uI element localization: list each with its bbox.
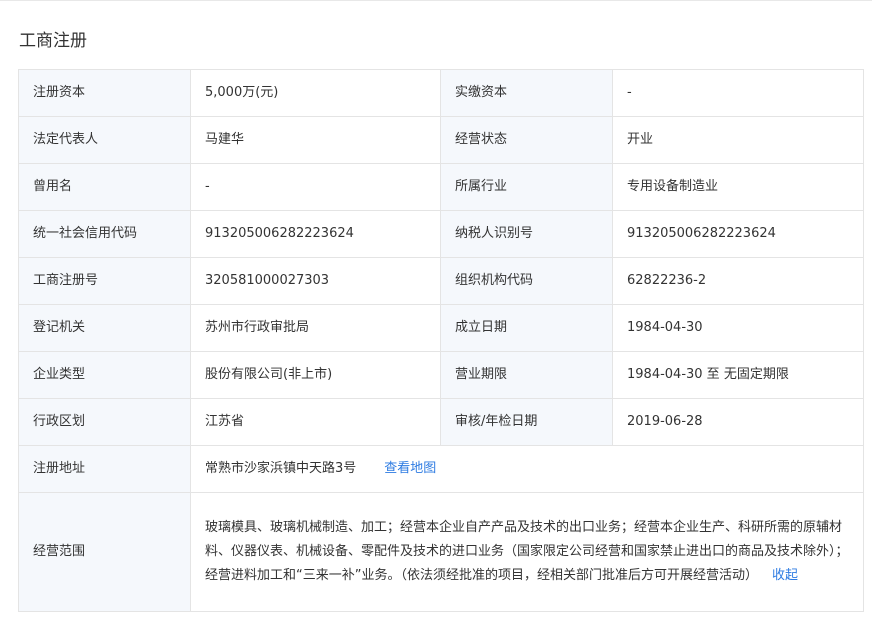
address-cell: 常熟市沙家浜镇中天路3号 查看地图: [190, 445, 864, 493]
field-label: 曾用名: [18, 163, 191, 211]
address-row: 注册地址 常熟市沙家浜镇中天路3号 查看地图: [18, 445, 864, 493]
field-label: 行政区划: [18, 398, 191, 446]
table-row: 工商注册号 320581000027303 组织机构代码 62822236-2: [18, 257, 864, 305]
field-value: 开业: [612, 116, 864, 164]
business-scope-label: 经营范围: [18, 492, 191, 612]
table-row: 法定代表人 马建华 经营状态 开业: [18, 116, 864, 164]
field-label: 纳税人识别号: [440, 210, 613, 258]
collapse-link[interactable]: 收起: [772, 568, 798, 583]
field-label: 注册资本: [18, 69, 191, 117]
business-scope-text: 玻璃模具、玻璃机械制造、加工；经营本企业自产产品及技术的出口业务；经营本企业生产…: [205, 516, 849, 588]
field-label: 企业类型: [18, 351, 191, 399]
field-label: 实缴资本: [440, 69, 613, 117]
field-value: 江苏省: [190, 398, 441, 446]
business-scope-cell: 玻璃模具、玻璃机械制造、加工；经营本企业自产产品及技术的出口业务；经营本企业生产…: [190, 492, 864, 612]
field-value: 2019-06-28: [612, 398, 864, 446]
field-value: 专用设备制造业: [612, 163, 864, 211]
field-label: 所属行业: [440, 163, 613, 211]
table-row: 注册资本 5,000万(元) 实缴资本 -: [18, 69, 864, 117]
field-value: 股份有限公司(非上市): [190, 351, 441, 399]
field-label: 组织机构代码: [440, 257, 613, 305]
business-scope-row: 经营范围 玻璃模具、玻璃机械制造、加工；经营本企业自产产品及技术的出口业务；经营…: [18, 492, 864, 612]
table-row: 曾用名 - 所属行业 专用设备制造业: [18, 163, 864, 211]
business-registration-table: 注册资本 5,000万(元) 实缴资本 - 法定代表人 马建华 经营状态 开业 …: [18, 69, 864, 612]
field-label: 工商注册号: [18, 257, 191, 305]
section-title: 工商注册: [19, 31, 87, 51]
field-value: 1984-04-30: [612, 304, 864, 352]
field-value: 320581000027303: [190, 257, 441, 305]
field-value: 913205006282223624: [612, 210, 864, 258]
field-label: 统一社会信用代码: [18, 210, 191, 258]
top-divider: [0, 0, 872, 1]
address-value: 常熟市沙家浜镇中天路3号: [205, 461, 357, 476]
table-row: 登记机关 苏州市行政审批局 成立日期 1984-04-30: [18, 304, 864, 352]
table-row: 企业类型 股份有限公司(非上市) 营业期限 1984-04-30 至 无固定期限: [18, 351, 864, 399]
address-label: 注册地址: [18, 445, 191, 493]
field-value: 62822236-2: [612, 257, 864, 305]
business-scope-value: 玻璃模具、玻璃机械制造、加工；经营本企业自产产品及技术的出口业务；经营本企业生产…: [205, 520, 849, 583]
field-value: 苏州市行政审批局: [190, 304, 441, 352]
field-value: 5,000万(元): [190, 69, 441, 117]
field-label: 登记机关: [18, 304, 191, 352]
table-row: 统一社会信用代码 913205006282223624 纳税人识别号 91320…: [18, 210, 864, 258]
field-value: 913205006282223624: [190, 210, 441, 258]
field-value: 马建华: [190, 116, 441, 164]
view-map-link[interactable]: 查看地图: [384, 461, 436, 476]
field-value: 1984-04-30 至 无固定期限: [612, 351, 864, 399]
field-value: -: [612, 69, 864, 117]
field-value: -: [190, 163, 441, 211]
field-label: 经营状态: [440, 116, 613, 164]
field-label: 审核/年检日期: [440, 398, 613, 446]
field-label: 成立日期: [440, 304, 613, 352]
field-label: 法定代表人: [18, 116, 191, 164]
field-label: 营业期限: [440, 351, 613, 399]
table-row: 行政区划 江苏省 审核/年检日期 2019-06-28: [18, 398, 864, 446]
